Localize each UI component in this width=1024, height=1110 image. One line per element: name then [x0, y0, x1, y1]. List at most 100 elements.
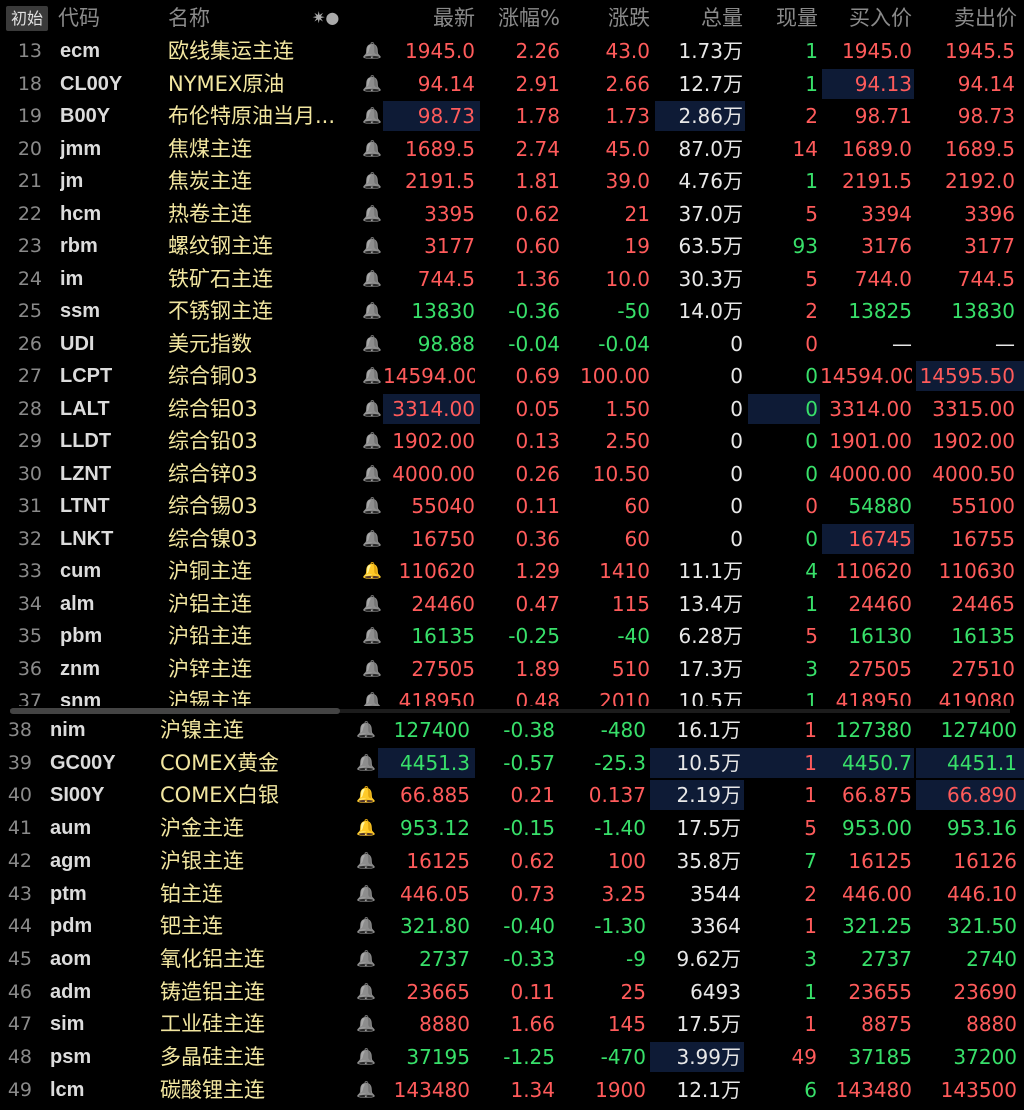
- table-row[interactable]: 29 LLDT 综合铅03 🔔 1902.00 0.13 2.50 0 0 1901.00 1902…: [0, 425, 1024, 457]
- row-bid: 16745: [848, 526, 912, 551]
- table-row[interactable]: 40 SI00Y COMEX白银 🔔 66.885 0.21 0.137 2.19万 1 66.8…: [0, 779, 1024, 811]
- row-vol: 0: [730, 364, 743, 388]
- scrollbar-thumb[interactable]: [10, 708, 340, 714]
- table-row[interactable]: 21 jm 焦炭主连 🔔 2191.5 1.81 39.0 4.76万 1 2191.5 2192.…: [0, 165, 1024, 197]
- row-pct: 0.62: [515, 201, 560, 226]
- table-row[interactable]: 34 alm 沪铝主连 🔔 24460 0.47 115 13.4万 1 24460 24465: [0, 588, 1024, 620]
- header-last[interactable]: 最新: [380, 0, 475, 36]
- table-row[interactable]: 38 nim 沪镍主连 🔔 127400 -0.38 -480 16.1万 1 127380 127…: [0, 716, 1024, 746]
- bell-icon[interactable]: 🔔: [362, 68, 382, 100]
- table-row[interactable]: 47 sim 工业硅主连 🔔 8880 1.66 145 17.5万 1 8875 8880: [0, 1008, 1024, 1040]
- bell-icon[interactable]: 🔔: [362, 620, 382, 652]
- row-pct: 0.36: [515, 526, 560, 551]
- bell-icon[interactable]: 🔔: [356, 943, 376, 975]
- bell-icon[interactable]: 🔔: [362, 523, 382, 555]
- table-row[interactable]: 32 LNKT 综合镍03 🔔 16750 0.36 60 0 0 16745 16755: [0, 523, 1024, 555]
- bell-icon[interactable]: 🔔: [356, 910, 376, 942]
- row-bid: 24460: [848, 591, 912, 616]
- horizontal-scrollbar[interactable]: [0, 706, 1024, 716]
- table-row[interactable]: 26 UDI 美元指数 🔔 98.88 -0.04 -0.04 0 0 — —: [0, 328, 1024, 360]
- bell-icon[interactable]: 🔔: [356, 976, 376, 1008]
- bell-icon[interactable]: 🔔: [362, 198, 382, 230]
- bell-icon[interactable]: 🔔: [362, 263, 382, 295]
- table-row[interactable]: 33 cum 沪铜主连 🔔 110620 1.29 1410 11.1万 4 110620 1106…: [0, 555, 1024, 587]
- table-row[interactable]: 23 rbm 螺纹钢主连 🔔 3177 0.60 19 63.5万 93 3176 3177: [0, 230, 1024, 262]
- table-row[interactable]: 27 LCPT 综合铜03 🔔 14594.00 0.69 100.00 0 0 14594.00…: [0, 360, 1024, 392]
- row-ask: 55100: [951, 494, 1015, 518]
- table-row[interactable]: 24 im 铁矿石主连 🔔 744.5 1.36 10.0 30.3万 5 744.0 744.5: [0, 263, 1024, 295]
- table-row[interactable]: 28 LALT 综合铝03 🔔 3314.00 0.05 1.50 0 0 3314.00 3315…: [0, 393, 1024, 425]
- bell-active-icon[interactable]: 🔔: [362, 555, 382, 587]
- bell-icon[interactable]: 🔔: [362, 490, 382, 522]
- row-bid: 4450.7: [842, 750, 912, 775]
- header-name[interactable]: 名称: [168, 0, 210, 36]
- table-row[interactable]: 37 snm 沪锡主连 🔔 418950 0.48 2010 10.5万 1 418950 4190…: [0, 685, 1024, 706]
- row-last: 13830: [411, 299, 475, 323]
- table-row[interactable]: 20 jmm 焦煤主连 🔔 1689.5 2.74 45.0 87.0万 14 1689.0 168…: [0, 133, 1024, 165]
- table-row[interactable]: 39 GC00Y COMEX黄金 🔔 4451.3 -0.57 -25.3 10.5万 1 445…: [0, 747, 1024, 779]
- bell-icon[interactable]: 🔔: [362, 36, 382, 67]
- header-code[interactable]: 代码: [58, 0, 100, 36]
- row-pct: -0.25: [508, 624, 560, 648]
- row-name: 钯主连: [160, 914, 223, 939]
- bell-active-icon[interactable]: 🔔: [356, 812, 376, 844]
- bell-icon[interactable]: 🔔: [362, 685, 382, 706]
- table-row[interactable]: 46 adm 铸造铝主连 🔔 23665 0.11 25 6493 1 23655 23690: [0, 976, 1024, 1008]
- table-row[interactable]: 35 pbm 沪铅主连 🔔 16135 -0.25 -40 6.28万 5 16130 16135: [0, 620, 1024, 652]
- bell-icon[interactable]: 🔔: [362, 100, 382, 132]
- table-row[interactable]: 30 LZNT 综合锌03 🔔 4000.00 0.26 10.50 0 0 4000.00 400…: [0, 458, 1024, 490]
- bell-icon[interactable]: 🔔: [362, 328, 382, 360]
- table-row[interactable]: 42 agm 沪银主连 🔔 16125 0.62 100 35.8万 7 16125 16126: [0, 845, 1024, 877]
- bell-icon[interactable]: 🔔: [356, 845, 376, 877]
- row-index: 38: [7, 719, 32, 741]
- bell-icon[interactable]: 🔔: [356, 1008, 376, 1040]
- bell-icon[interactable]: 🔔: [356, 747, 376, 779]
- table-row[interactable]: 13 ecm 欧线集运主连 🔔 1945.0 2.26 43.0 1.73万 1 1945.0 19…: [0, 36, 1024, 67]
- table-row[interactable]: 19 B00Y 布伦特原油当月... 🔔 98.73 1.78 1.73 2.86万 2 98.7…: [0, 100, 1024, 132]
- table-row[interactable]: 31 LTNT 综合锡03 🔔 55040 0.11 60 0 0 54880 55100: [0, 490, 1024, 522]
- header-pct[interactable]: 涨幅%: [480, 0, 560, 36]
- bell-icon[interactable]: 🔔: [356, 878, 376, 910]
- bell-icon[interactable]: 🔔: [362, 133, 382, 165]
- table-row[interactable]: 45 aom 氧化铝主连 🔔 2737 -0.33 -9 9.62万 3 2737 2740: [0, 943, 1024, 975]
- table-row[interactable]: 18 CL00Y NYMEX原油 🔔 94.14 2.91 2.66 12.7万 1 94.13 9…: [0, 68, 1024, 100]
- table-row[interactable]: 49 lcm 碳酸锂主连 🔔 143480 1.34 1900 12.1万 6 143480 143…: [0, 1074, 1024, 1106]
- header-chg[interactable]: 涨跌: [565, 0, 650, 36]
- bell-icon[interactable]: 🔔: [362, 393, 382, 425]
- row-bid: 98.71: [854, 104, 912, 128]
- row-bid: 13825: [848, 299, 912, 323]
- bell-icon[interactable]: 🔔: [356, 716, 376, 746]
- table-row[interactable]: 44 pdm 钯主连 🔔 321.80 -0.40 -1.30 3364 1 321.25 321.…: [0, 910, 1024, 942]
- bell-icon[interactable]: 🔔: [362, 230, 382, 262]
- row-chg: 2.50: [605, 429, 650, 453]
- settings-icon[interactable]: ✷●: [312, 0, 339, 36]
- bell-icon[interactable]: 🔔: [362, 458, 382, 490]
- row-code: LTNT: [60, 495, 110, 517]
- table-row[interactable]: 22 hcm 热卷主连 🔔 3395 0.62 21 37.0万 5 3394 3396: [0, 198, 1024, 230]
- bell-icon[interactable]: 🔔: [362, 295, 382, 327]
- header-ask[interactable]: 卖出价: [915, 0, 1017, 36]
- row-last: 143480: [393, 1077, 470, 1102]
- table-row[interactable]: 25 ssm 不锈钢主连 🔔 13830 -0.36 -50 14.0万 2 13825 13830: [0, 295, 1024, 327]
- table-row[interactable]: 43 ptm 铂主连 🔔 446.05 0.73 3.25 3544 2 446.00 446.10: [0, 878, 1024, 910]
- table-row[interactable]: 36 znm 沪锌主连 🔔 27505 1.89 510 17.3万 3 27505 27510: [0, 653, 1024, 685]
- reset-tag[interactable]: 初始: [6, 6, 49, 31]
- table-row[interactable]: 41 aum 沪金主连 🔔 953.12 -0.15 -1.40 17.5万 5 953.00 95…: [0, 812, 1024, 844]
- header-cur[interactable]: 现量: [748, 0, 818, 36]
- bell-icon[interactable]: 🔔: [362, 425, 382, 457]
- table-row[interactable]: 48 psm 多晶硅主连 🔔 37195 -1.25 -470 3.99万 49 37185 372…: [0, 1041, 1024, 1073]
- row-vol: 17.5万: [676, 1012, 741, 1037]
- bell-active-icon[interactable]: 🔔: [356, 779, 376, 811]
- row-bid: 16125: [848, 848, 912, 873]
- row-pct: -0.57: [503, 750, 555, 775]
- header-vol[interactable]: 总量: [655, 0, 743, 36]
- bell-icon[interactable]: 🔔: [356, 1041, 376, 1073]
- bell-icon[interactable]: 🔔: [362, 165, 382, 197]
- bell-icon[interactable]: 🔔: [356, 1074, 376, 1106]
- header-bid[interactable]: 买入价: [820, 0, 912, 36]
- bell-icon[interactable]: 🔔: [362, 588, 382, 620]
- bell-icon[interactable]: 🔔: [362, 360, 382, 392]
- row-code: ptm: [50, 882, 87, 905]
- bell-icon[interactable]: 🔔: [362, 653, 382, 685]
- row-bid: 4000.00: [829, 461, 912, 486]
